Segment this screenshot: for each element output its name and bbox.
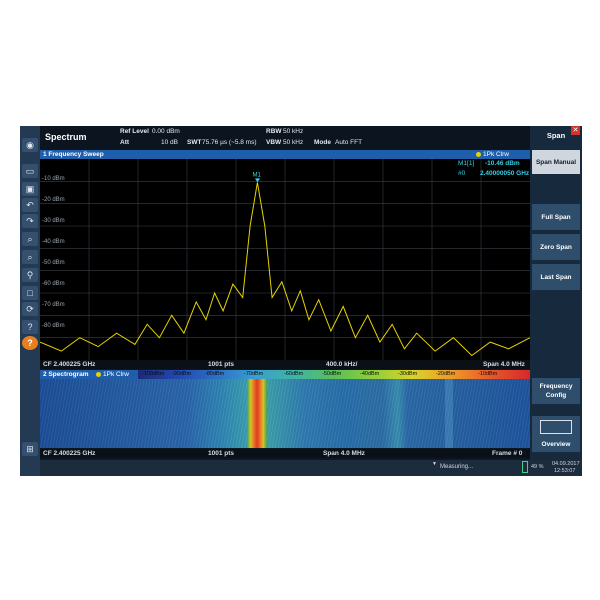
- marker-frequency: 2.40000050 GHz: [480, 170, 530, 177]
- measuring-status: Measuring...: [440, 464, 474, 470]
- marker-index: #0: [458, 170, 466, 177]
- analyzer-screen: ◉ ▭ ▣ ↶ ↷ ⌕ ⌕ ⚲ □ ⟳ ? ? ⊞ Spectrum Ref L…: [20, 126, 582, 476]
- span-manual-button[interactable]: Span Manual: [532, 150, 580, 174]
- trace-dot-icon: [476, 151, 481, 157]
- zoom-area-icon[interactable]: ⌕: [22, 232, 38, 246]
- sequencer-icon[interactable]: ⟳: [22, 302, 38, 316]
- sweep-footer: CF 2.400225 GHz 1001 pts 400.0 kHz/ Span…: [40, 360, 530, 369]
- marker-level: -10.46 dBm: [485, 160, 520, 167]
- datetime-area: 49 % 04.09.2017 12:53:07: [530, 460, 582, 476]
- att-value[interactable]: 10 dB: [161, 139, 178, 146]
- spectrogram-trace-label: 1Pk Clrw: [103, 371, 130, 378]
- frequency-config-button[interactable]: Frequency Config: [532, 378, 580, 404]
- battery-icon: [522, 461, 528, 473]
- color-scale-label: -100dBm: [142, 371, 165, 377]
- measurement-header: Spectrum Ref Level 0.00 dBm Att 10 dB SW…: [40, 126, 530, 150]
- spectrogram-signal-band: [247, 379, 267, 448]
- color-scale-label: -30dBm: [398, 371, 418, 377]
- rbw-value[interactable]: 50 kHz: [283, 128, 303, 135]
- save-icon[interactable]: ▣: [22, 182, 38, 196]
- spectrogram-span: Span 4.0 MHz: [323, 450, 365, 457]
- zoom-multi-icon[interactable]: ⌕: [22, 250, 38, 264]
- mode-label: Mode: [314, 139, 331, 146]
- zero-span-button[interactable]: Zero Span: [532, 234, 580, 260]
- redo-icon[interactable]: ↷: [22, 214, 38, 228]
- vbw-label: VBW: [266, 139, 282, 146]
- trace-dot-icon: [96, 371, 101, 377]
- sweep-points: 1001 pts: [208, 361, 235, 368]
- marker-name: M1: [252, 172, 261, 178]
- y-label: -30 dBm: [42, 218, 65, 224]
- sweep-trace-label: 1Pk Clrw: [483, 151, 510, 158]
- rbw-label: RBW: [266, 128, 282, 135]
- status-bar: ▼ Measuring...: [40, 460, 530, 476]
- color-scale-label: -50dBm: [322, 371, 342, 377]
- undo-icon[interactable]: ↶: [22, 198, 38, 212]
- zoom-icon[interactable]: ⚲: [22, 268, 38, 282]
- overview-label: Overview: [541, 441, 571, 448]
- full-span-button[interactable]: Full Span: [532, 204, 580, 230]
- color-scale-label: -40dBm: [360, 371, 380, 377]
- spectrogram-center-frequency: CF 2.400225 GHz: [43, 450, 96, 457]
- spectrogram-title: 2 Spectrogram: [43, 371, 89, 378]
- spectrogram-faint-band: [445, 379, 453, 448]
- sweep-trace-legend: 1Pk Clrw: [476, 150, 509, 159]
- marker-point[interactable]: [254, 178, 260, 183]
- color-scale-label: -90dBm: [172, 371, 192, 377]
- spectrogram-points: 1001 pts: [208, 450, 235, 457]
- spectrogram-color-scale[interactable]: -100dBm -90dBm -80dBm -70dBm -60dBm -50d…: [138, 370, 530, 379]
- ref-level-label: Ref Level: [120, 128, 149, 135]
- y-label: -50 dBm: [42, 260, 65, 266]
- color-scale-label: -20dBm: [436, 371, 456, 377]
- zoom-off-icon[interactable]: □: [22, 286, 38, 300]
- close-icon[interactable]: ✕: [571, 126, 580, 135]
- color-scale-label: -70dBm: [244, 371, 264, 377]
- app-title: Spectrum: [45, 132, 87, 142]
- overview-button[interactable]: Overview: [532, 416, 580, 452]
- spectrogram-display[interactable]: [40, 379, 530, 448]
- mode-value[interactable]: Auto FFT: [335, 139, 362, 146]
- spectrogram-frame: Frame # 0: [492, 450, 523, 457]
- y-label: -70 dBm: [42, 302, 65, 308]
- y-label: -60 dBm: [42, 281, 65, 287]
- help-icon[interactable]: ?: [22, 336, 38, 350]
- date-display: 04.09.2017: [552, 461, 580, 467]
- y-label: -40 dBm: [42, 239, 65, 245]
- open-folder-icon[interactable]: ▭: [22, 164, 38, 178]
- battery-percent: 49 %: [531, 464, 544, 470]
- context-help-icon[interactable]: ?: [22, 320, 38, 334]
- y-label: -20 dBm: [42, 197, 65, 203]
- sweep-center-frequency: CF 2.400225 GHz: [43, 361, 96, 368]
- softkey-panel: Span ✕ Span Manual Full Span Zero Span L…: [530, 126, 582, 476]
- time-display: 12:53:07: [554, 468, 576, 474]
- spectrogram-title-bar[interactable]: 2 Spectrogram 1Pk Clrw: [40, 370, 138, 379]
- swt-label: SWT: [187, 139, 202, 146]
- sweep-window-title: 1 Frequency Sweep: [43, 151, 104, 158]
- y-label: -80 dBm: [42, 323, 65, 329]
- spectrum-plot[interactable]: M1 -10 dBm -20 dBm -30 dBm -40 dBm -50 d…: [40, 159, 530, 369]
- marker-label: M1[1]: [458, 160, 475, 167]
- att-label: Att: [120, 139, 130, 146]
- y-label: -10 dBm: [42, 176, 65, 182]
- color-scale-label: -80dBm: [205, 371, 225, 377]
- left-toolbar: ◉ ▭ ▣ ↶ ↷ ⌕ ⌕ ⚲ □ ⟳ ? ? ⊞: [20, 126, 40, 476]
- spectrum-plot-svg: M1: [40, 159, 530, 360]
- overview-icon: [540, 420, 572, 434]
- color-scale-label: -60dBm: [284, 371, 304, 377]
- spectrogram-footer: CF 2.400225 GHz 1001 pts Span 4.0 MHz Fr…: [40, 449, 530, 458]
- windows-icon[interactable]: ⊞: [22, 442, 38, 456]
- sweep-division: 400.0 kHz/: [326, 361, 358, 368]
- spectrogram-trace-legend: 1Pk Clrw: [96, 370, 129, 379]
- sweep-window-title-bar[interactable]: 1 Frequency Sweep 1Pk Clrw: [40, 150, 530, 159]
- ref-level-value[interactable]: 0.00 dBm: [152, 128, 180, 135]
- swt-value[interactable]: 75.76 µs (~5.8 ms): [202, 139, 257, 146]
- color-scale-label: -10dBm: [478, 371, 498, 377]
- last-span-button[interactable]: Last Span: [532, 264, 580, 290]
- chevron-down-icon[interactable]: ▼: [432, 461, 437, 467]
- camera-icon[interactable]: ◉: [22, 138, 38, 152]
- sweep-span: Span 4.0 MHz: [483, 361, 525, 368]
- vbw-value[interactable]: 50 kHz: [283, 139, 303, 146]
